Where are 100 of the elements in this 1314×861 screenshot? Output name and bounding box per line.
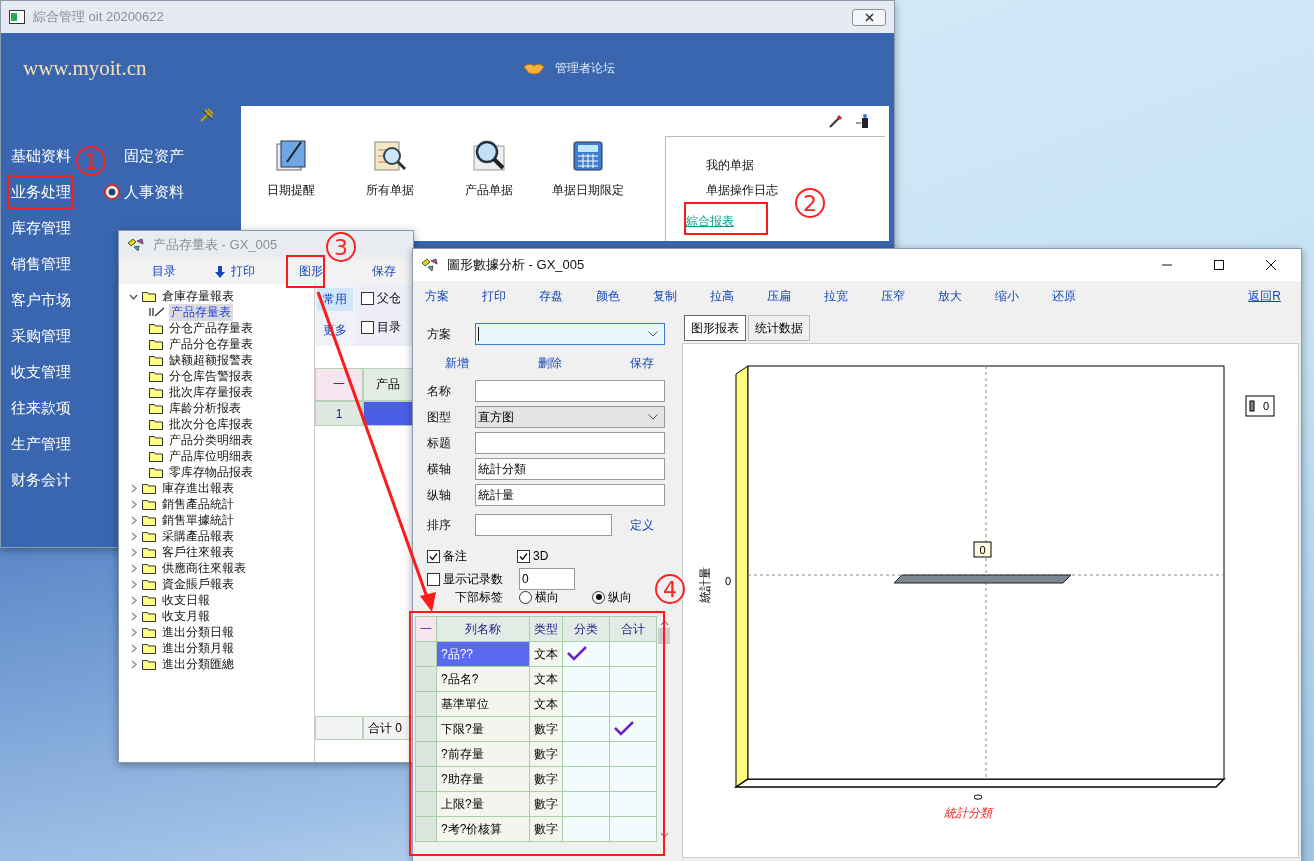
chevron-right-icon[interactable] bbox=[129, 643, 138, 653]
chevron-down-icon[interactable] bbox=[659, 832, 669, 838]
nav-item[interactable]: 库存管理 bbox=[11, 217, 71, 239]
tree-item[interactable]: 進出分類匯總 bbox=[160, 655, 236, 673]
menu-item[interactable]: 颜色 bbox=[596, 287, 653, 305]
tree-item[interactable]: 倉庫存量報表 bbox=[160, 287, 236, 305]
input-field[interactable]: 統計量 bbox=[475, 484, 665, 506]
nav-item[interactable]: 财务会计 bbox=[11, 469, 71, 491]
tree-item[interactable]: 供應商往來報表 bbox=[160, 559, 248, 577]
input-field[interactable] bbox=[475, 380, 665, 402]
checkbox[interactable] bbox=[427, 549, 440, 563]
menu-item[interactable]: 拉宽 bbox=[824, 287, 881, 305]
table-cell[interactable]: ?前存量 bbox=[436, 741, 530, 767]
menu-item[interactable]: 还原 bbox=[1052, 287, 1109, 305]
nav-item[interactable]: 生产管理 bbox=[11, 433, 71, 455]
report-link[interactable]: 綜合报表 bbox=[686, 213, 734, 230]
nav-item[interactable]: 采购管理 bbox=[11, 325, 71, 347]
chevron-right-icon[interactable] bbox=[129, 579, 138, 589]
menu-item[interactable]: 打印 bbox=[482, 287, 539, 305]
tree-item[interactable]: 進出分類日報 bbox=[160, 623, 236, 641]
tree-item[interactable]: 銷售產品統計 bbox=[160, 495, 236, 513]
tree-item[interactable]: 收支日報 bbox=[160, 591, 212, 609]
menu-item[interactable]: 放大 bbox=[938, 287, 995, 305]
menu-item[interactable]: 存盘 bbox=[539, 287, 596, 305]
input-field[interactable]: 統計分類 bbox=[475, 458, 665, 480]
nav-item[interactable]: 往来款项 bbox=[11, 397, 71, 419]
tree-item[interactable]: 缺额超额报警表 bbox=[167, 351, 255, 369]
chevron-right-icon[interactable] bbox=[129, 595, 138, 605]
radio-button[interactable] bbox=[592, 590, 605, 604]
chevron-right-icon[interactable] bbox=[129, 627, 138, 637]
forum-link[interactable]: 管理者论坛 bbox=[555, 59, 615, 77]
menu-link[interactable]: 我的单据 bbox=[706, 157, 754, 174]
shortcut-label[interactable]: 产品单据 bbox=[464, 182, 513, 199]
input-field[interactable] bbox=[475, 432, 665, 454]
checkbox[interactable] bbox=[427, 572, 440, 586]
tree-item[interactable]: 客戶往來報表 bbox=[160, 543, 236, 561]
chevron-right-icon[interactable] bbox=[129, 515, 138, 525]
nav-item[interactable]: 销售管理 bbox=[11, 253, 71, 275]
toolbar-button[interactable]: 打印 bbox=[215, 263, 255, 280]
chevron-right-icon[interactable] bbox=[129, 483, 138, 493]
menu-link[interactable]: 单据操作日志 bbox=[706, 182, 778, 199]
chart-type-dropdown[interactable]: 直方图 bbox=[475, 406, 665, 428]
action-button[interactable]: 新增 bbox=[445, 355, 469, 372]
back-button[interactable]: 返回R bbox=[1248, 287, 1281, 305]
menu-item[interactable]: 复制 bbox=[653, 287, 710, 305]
shortcut-label[interactable]: 单据日期限定 bbox=[551, 182, 624, 199]
chevron-right-icon[interactable] bbox=[129, 611, 138, 621]
input-field[interactable]: 0 bbox=[519, 568, 575, 590]
table-cell[interactable]: 基準單位 bbox=[436, 691, 530, 717]
shortcut-label[interactable]: 日期提醒 bbox=[266, 182, 315, 199]
close-button[interactable] bbox=[852, 8, 886, 26]
menu-item[interactable]: 压扁 bbox=[767, 287, 824, 305]
tree-item[interactable]: 銷售單據統計 bbox=[160, 511, 236, 529]
tab[interactable]: 图形报表 bbox=[684, 315, 746, 341]
checkbox[interactable] bbox=[361, 292, 374, 305]
tree-item[interactable]: 库龄分析报表 bbox=[167, 399, 243, 417]
shortcut-label[interactable]: 所有单据 bbox=[365, 182, 414, 199]
checkbox[interactable] bbox=[361, 321, 374, 334]
tree-item[interactable]: 進出分類月報 bbox=[160, 639, 236, 657]
nav-item[interactable]: 业务处理 bbox=[11, 181, 71, 203]
table-cell[interactable]: ?考?价核算 bbox=[436, 816, 530, 842]
radio-button[interactable] bbox=[519, 590, 532, 604]
chevron-right-icon[interactable] bbox=[129, 563, 138, 573]
menu-item[interactable]: 缩小 bbox=[995, 287, 1052, 305]
menu-item[interactable]: 拉高 bbox=[710, 287, 767, 305]
tree-item[interactable]: 零库存物品报表 bbox=[167, 463, 255, 481]
chevron-right-icon[interactable] bbox=[129, 659, 138, 669]
tree-item[interactable]: 批次分仓库报表 bbox=[167, 415, 255, 433]
action-button[interactable]: 保存 bbox=[630, 355, 654, 372]
tree-item[interactable]: 分仓库告警报表 bbox=[167, 367, 255, 385]
chevron-right-icon[interactable] bbox=[129, 499, 138, 509]
tree-item[interactable]: 产品分仓存量表 bbox=[167, 335, 255, 353]
table-cell[interactable]: 上限?量 bbox=[436, 791, 530, 817]
toolbar-button[interactable]: 目录 bbox=[152, 263, 176, 280]
tree-item[interactable]: 資金賬戶報表 bbox=[160, 575, 236, 593]
wand-icon[interactable] bbox=[829, 114, 843, 128]
nav-item[interactable]: 基础资料 bbox=[11, 145, 71, 167]
chevron-right-icon[interactable] bbox=[129, 547, 138, 557]
nav-item[interactable]: 人事资料 bbox=[124, 181, 184, 203]
tree-item[interactable]: 批次库存量报表 bbox=[167, 383, 255, 401]
chevron-right-icon[interactable] bbox=[129, 531, 138, 541]
define-link[interactable]: 定义 bbox=[630, 516, 654, 534]
magnifier-icon[interactable] bbox=[470, 138, 507, 174]
toolbar-button[interactable]: 保存 bbox=[372, 263, 396, 280]
toolbar-button[interactable]: 图形 bbox=[299, 263, 323, 280]
document-search-icon[interactable] bbox=[371, 138, 408, 174]
menu-item[interactable]: 压窄 bbox=[881, 287, 938, 305]
tree-item[interactable]: 分仓产品存量表 bbox=[167, 319, 255, 337]
view-tab[interactable]: 常用 bbox=[317, 288, 353, 311]
chevron-up-icon[interactable] bbox=[659, 620, 669, 626]
tree-item[interactable]: 产品分类明细表 bbox=[167, 431, 255, 449]
table-cell[interactable]: ?品名? bbox=[436, 666, 530, 692]
nav-item[interactable]: 客户市场 bbox=[11, 289, 71, 311]
tree-item[interactable]: 庫存進出報表 bbox=[160, 479, 236, 497]
table-cell[interactable]: 下限?量 bbox=[436, 716, 530, 742]
tab[interactable]: 统计数据 bbox=[748, 315, 810, 341]
user-icon[interactable] bbox=[855, 114, 869, 128]
nav-item[interactable]: 固定资产 bbox=[124, 145, 184, 167]
tree-item[interactable]: 产品库位明细表 bbox=[167, 447, 255, 465]
tree-item[interactable]: 收支月報 bbox=[160, 607, 212, 625]
